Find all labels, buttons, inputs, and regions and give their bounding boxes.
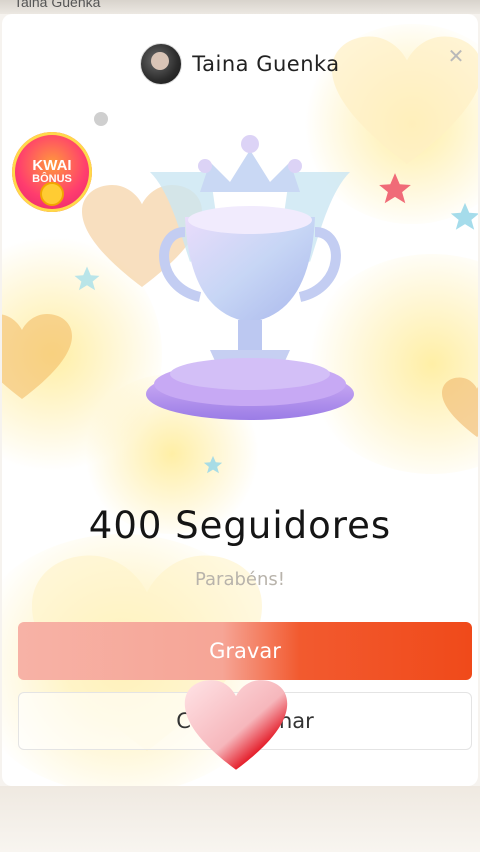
avatar[interactable]	[140, 43, 183, 85]
close-icon[interactable]: ✕	[444, 44, 468, 68]
background-feed	[0, 786, 480, 852]
badge-line1: KWAI	[32, 157, 72, 174]
achievement-modal: Taina Guenka ✕ KWAI BÔNUS 400 Seguidores…	[2, 14, 478, 786]
coin-icon	[40, 182, 64, 206]
heart-icon	[184, 680, 288, 770]
heart-decor-icon	[442, 377, 478, 437]
star-icon	[450, 202, 478, 230]
status-bar-text: Taina Guenka	[14, 0, 101, 10]
dot-decor	[94, 112, 108, 126]
username: Taina Guenka	[192, 52, 340, 76]
star-icon	[203, 455, 223, 474]
star-icon	[379, 173, 411, 204]
profile-header: Taina Guenka	[2, 43, 478, 85]
achievement-subtitle: Parabéns!	[194, 569, 285, 590]
heart-decor-icon	[2, 314, 72, 399]
status-bar: Taina Guenka	[0, 0, 480, 14]
record-button[interactable]: Gravar	[18, 622, 472, 680]
kwai-bonus-badge[interactable]: KWAI BÔNUS	[12, 132, 92, 212]
trophy-icon	[146, 135, 354, 420]
achievement-title: 400 Seguidores	[88, 504, 392, 547]
star-icon	[74, 266, 100, 291]
